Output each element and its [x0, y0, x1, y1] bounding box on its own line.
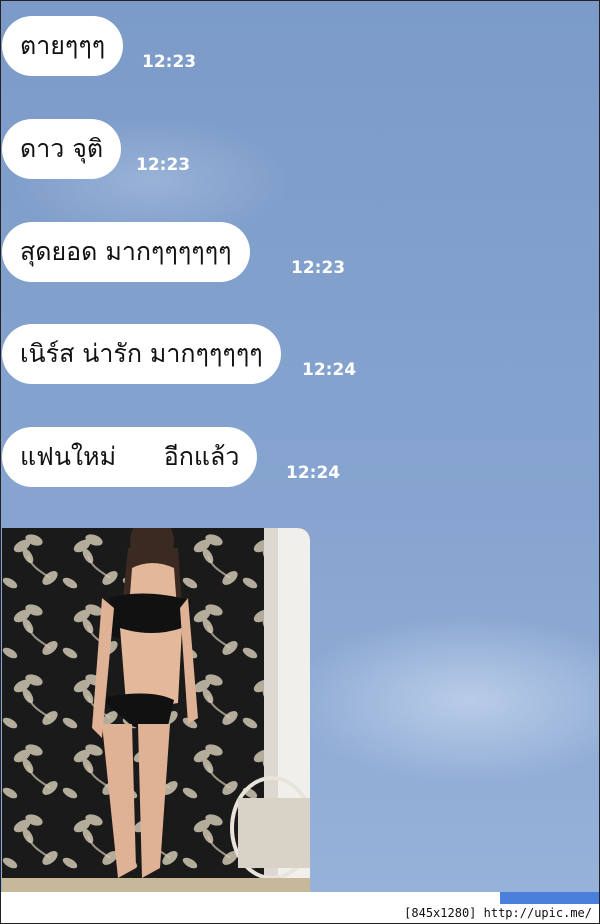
message-2[interactable]: ดาว จุติ	[2, 119, 122, 179]
message-time: 12:24	[286, 463, 341, 483]
photo-icon	[2, 528, 310, 892]
message-time: 12:23	[142, 52, 197, 72]
message-1[interactable]: ตายๆๆๆ	[2, 16, 124, 76]
message-3[interactable]: สุดยอด มากๆๆๆๆๆๆ	[2, 222, 250, 282]
chat-thread[interactable]: ตายๆๆๆ 12:23 ดาว จุติ 12:23 สุดยอด มากๆๆ…	[0, 0, 600, 924]
progress-bar	[0, 892, 600, 904]
message-bubble[interactable]: ดาว จุติ	[2, 119, 122, 179]
progress-accent	[500, 892, 600, 904]
message-time: 12:23	[136, 155, 191, 175]
message-time: 12:24	[302, 360, 357, 380]
message-bubble[interactable]: สุดยอด มากๆๆๆๆๆๆ	[2, 222, 250, 282]
watermark-text: [845x1280] http://upic.me/	[404, 906, 592, 920]
image-message[interactable]	[2, 528, 310, 892]
message-bubble[interactable]: ตายๆๆๆ	[2, 16, 124, 76]
message-bubble[interactable]: เนิร์ส น่ารัก มากๆๆๆๆๆ	[2, 324, 281, 384]
message-bubble[interactable]: แฟนใหม่ อีกแล้ว	[2, 427, 258, 487]
watermark-bar: [845x1280] http://upic.me/	[0, 904, 600, 924]
message-4[interactable]: เนิร์ส น่ารัก มากๆๆๆๆๆ	[2, 324, 281, 384]
message-time: 12:23	[291, 258, 346, 278]
message-5[interactable]: แฟนใหม่ อีกแล้ว	[2, 427, 258, 487]
